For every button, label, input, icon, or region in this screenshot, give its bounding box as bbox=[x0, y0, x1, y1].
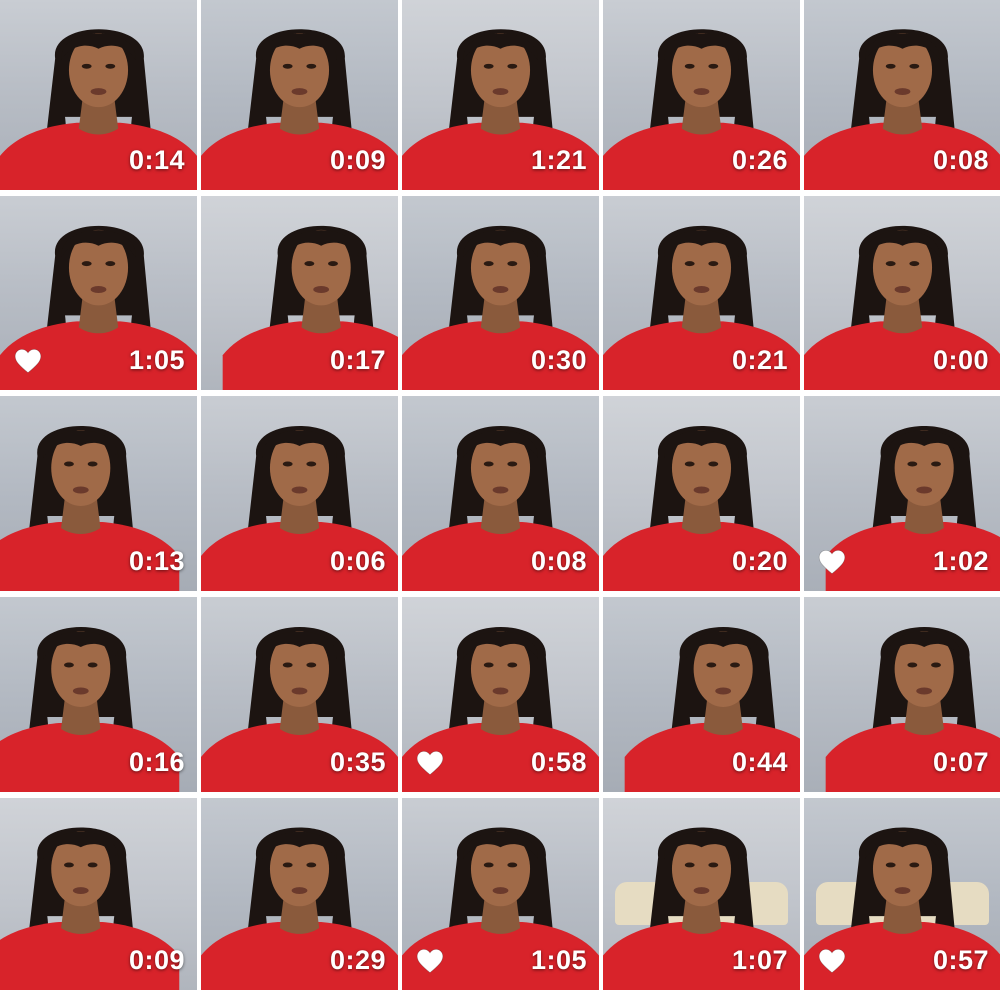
video-duration-label: 0:08 bbox=[932, 145, 989, 175]
video-thumbnail-17[interactable]: 0:35 bbox=[201, 597, 398, 792]
video-duration-label: 0:20 bbox=[731, 546, 788, 576]
video-duration-label: 0:26 bbox=[731, 145, 788, 175]
video-duration-label: 0:30 bbox=[530, 345, 587, 375]
video-thumbnail-9[interactable]: 0:21 bbox=[603, 196, 800, 390]
video-duration-label: 0:06 bbox=[329, 546, 386, 576]
video-thumbnail-1[interactable]: 0:14 bbox=[0, 0, 197, 190]
favorite-heart-icon bbox=[416, 750, 444, 776]
video-thumbnail-5[interactable]: 0:08 bbox=[804, 0, 1000, 190]
video-thumbnail-2[interactable]: 0:09 bbox=[201, 0, 398, 190]
video-duration-label: 0:09 bbox=[128, 945, 185, 975]
video-thumbnail-20[interactable]: 0:07 bbox=[804, 597, 1000, 792]
video-thumbnail-25[interactable]: 0:57 bbox=[804, 798, 1000, 990]
video-thumbnail-15[interactable]: 1:02 bbox=[804, 396, 1000, 591]
video-thumbnail-22[interactable]: 0:29 bbox=[201, 798, 398, 990]
video-duration-label: 1:02 bbox=[932, 546, 989, 576]
video-thumbnail-7[interactable]: 0:17 bbox=[201, 196, 398, 390]
video-duration-label: 0:58 bbox=[530, 747, 587, 777]
video-thumbnail-23[interactable]: 1:05 bbox=[402, 798, 599, 990]
video-thumbnail-19[interactable]: 0:44 bbox=[603, 597, 800, 792]
video-thumbnail-8[interactable]: 0:30 bbox=[402, 196, 599, 390]
video-duration-label: 0:35 bbox=[329, 747, 386, 777]
video-duration-label: 0:13 bbox=[128, 546, 185, 576]
video-duration-label: 0:08 bbox=[530, 546, 587, 576]
video-thumbnail-24[interactable]: 1:07 bbox=[603, 798, 800, 990]
video-duration-label: 0:21 bbox=[731, 345, 788, 375]
video-thumbnail-16[interactable]: 0:16 bbox=[0, 597, 197, 792]
video-duration-label: 0:14 bbox=[128, 145, 185, 175]
video-duration-label: 1:05 bbox=[128, 345, 185, 375]
favorite-heart-icon bbox=[14, 348, 42, 374]
video-thumbnail-18[interactable]: 0:58 bbox=[402, 597, 599, 792]
video-duration-label: 0:29 bbox=[329, 945, 386, 975]
favorite-heart-icon bbox=[818, 549, 846, 575]
video-thumbnail-13[interactable]: 0:08 bbox=[402, 396, 599, 591]
video-duration-label: 0:16 bbox=[128, 747, 185, 777]
video-thumbnail-6[interactable]: 1:05 bbox=[0, 196, 197, 390]
video-duration-label: 0:09 bbox=[329, 145, 386, 175]
video-duration-label: 1:07 bbox=[731, 945, 788, 975]
video-duration-label: 1:05 bbox=[530, 945, 587, 975]
video-duration-label: 1:21 bbox=[530, 145, 587, 175]
video-thumbnail-10[interactable]: 0:00 bbox=[804, 196, 1000, 390]
favorite-heart-icon bbox=[818, 948, 846, 974]
video-duration-label: 0:57 bbox=[932, 945, 989, 975]
video-thumbnail-grid: 0:14 0:09 1:21 0:26 0:08 1:05 0:17 0:30 … bbox=[0, 0, 1000, 993]
video-duration-label: 0:44 bbox=[731, 747, 788, 777]
video-duration-label: 0:17 bbox=[329, 345, 386, 375]
video-duration-label: 0:00 bbox=[932, 345, 989, 375]
video-thumbnail-12[interactable]: 0:06 bbox=[201, 396, 398, 591]
video-thumbnail-21[interactable]: 0:09 bbox=[0, 798, 197, 990]
video-thumbnail-14[interactable]: 0:20 bbox=[603, 396, 800, 591]
favorite-heart-icon bbox=[416, 948, 444, 974]
video-duration-label: 0:07 bbox=[932, 747, 989, 777]
video-thumbnail-3[interactable]: 1:21 bbox=[402, 0, 599, 190]
video-thumbnail-11[interactable]: 0:13 bbox=[0, 396, 197, 591]
video-thumbnail-4[interactable]: 0:26 bbox=[603, 0, 800, 190]
